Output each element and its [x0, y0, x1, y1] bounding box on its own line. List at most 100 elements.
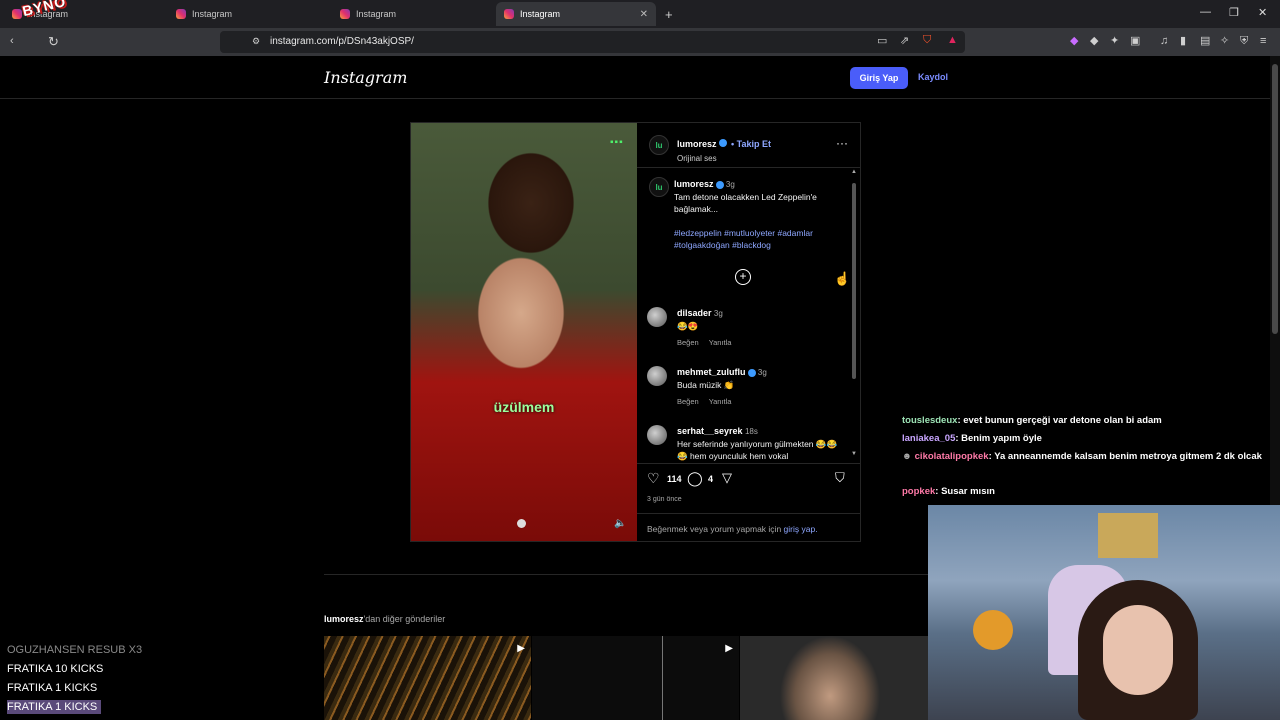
extension-icon[interactable]: ◆: [1090, 36, 1098, 47]
chat-message: touslesdeux: evet bunun gerçeği var deto…: [902, 414, 1270, 427]
screenshot-icon[interactable]: ▣: [1130, 36, 1140, 47]
caption-author[interactable]: lumoresz: [674, 179, 714, 189]
commenter-avatar[interactable]: [647, 425, 667, 445]
webcam-overlay: [928, 505, 1280, 720]
wallet-icon[interactable]: ▤: [1200, 36, 1210, 47]
follow-link[interactable]: • Takip Et: [731, 139, 771, 149]
browser-tab-active[interactable]: Instagram ✕: [496, 2, 656, 26]
sidebar-divider: [637, 513, 860, 514]
minimize-icon[interactable]: —: [1200, 6, 1211, 18]
chat-text: : Benim yapım öyle: [955, 433, 1042, 444]
post-thumbnail[interactable]: ▶: [324, 636, 531, 720]
extension-icon[interactable]: ◆: [1070, 36, 1078, 47]
login-button[interactable]: Giriş Yap: [850, 67, 908, 89]
scroll-up-icon[interactable]: ▲: [851, 169, 857, 175]
kick-alert: FRATIKA 1 KICKS: [7, 682, 98, 694]
address-bar[interactable]: ⚙ instagram.com/p/DSn43akjOSP/ ▭ ⇗ ⛉ ▲: [220, 31, 965, 53]
reply-link[interactable]: Yanıtla: [709, 397, 732, 406]
like-comment-link[interactable]: Beğen: [677, 338, 699, 347]
chat-user: popkek: [902, 486, 936, 497]
kick-alert: OGUZHANSEN RESUB X3: [7, 644, 143, 656]
brave-rewards-icon[interactable]: ▲: [947, 35, 958, 46]
hashtags-line-1[interactable]: #ledzeppelin #mutluolyeter #adamlar: [674, 227, 834, 239]
comments-scroll-thumb[interactable]: [852, 183, 856, 379]
more-posts-title: lumoresz'dan diğer gönderiler: [324, 614, 445, 624]
author-avatar[interactable]: lu: [649, 135, 669, 155]
chat-message: laniakea_05: Benim yapım öyle: [902, 432, 1270, 445]
chat-text: : Susar mısın: [935, 486, 995, 497]
instagram-logo[interactable]: Instagram: [324, 68, 407, 87]
reel-icon: ▶: [517, 643, 525, 654]
comment-text: Her seferinde yanlıyorum gülmekten 😂😂😂 h…: [677, 439, 838, 461]
browser-toolbar: ‹ ↻ ⚐ ⚙ instagram.com/p/DSn43akjOSP/ ▭ ⇗…: [0, 28, 1280, 56]
like-icon[interactable]: ♡: [647, 470, 660, 487]
caption-block: lumoresz 3g Tam detone olacakken Led Zep…: [674, 178, 834, 251]
hashtags-line-2[interactable]: #tolgaakdoğan #blackdog: [674, 239, 834, 251]
back-icon[interactable]: ‹: [10, 36, 14, 47]
reply-link[interactable]: Yanıtla: [709, 338, 732, 347]
caption-avatar[interactable]: lu: [649, 177, 669, 197]
post-video[interactable]: ▪▪▪ üzülmem 🔈: [411, 123, 637, 541]
close-tab-icon[interactable]: ✕: [640, 9, 648, 20]
browser-tab-2[interactable]: Instagram: [168, 3, 328, 25]
like-comment-link[interactable]: Beğen: [677, 397, 699, 406]
browser-tab-3[interactable]: Instagram: [332, 3, 492, 25]
post-time: 3 gün önce: [647, 496, 682, 503]
chat-text: : evet bunun gerçeği var detone olan bi …: [957, 415, 1162, 426]
reel-icon: ▶: [725, 643, 733, 654]
instagram-favicon-icon: [12, 9, 22, 19]
new-tab-icon[interactable]: +: [665, 8, 673, 21]
cast-icon[interactable]: ▭: [877, 36, 887, 47]
commenter-avatar[interactable]: [647, 307, 667, 327]
post-header: lumoresz • Takip Et Orijinal ses: [677, 134, 771, 163]
signup-link[interactable]: Kaydol: [918, 72, 948, 82]
extensions-icon[interactable]: ✦: [1110, 36, 1119, 47]
post-actions: ♡ 114 ◯ 4 ▽ ⛉: [647, 470, 852, 488]
login-prompt-link[interactable]: giriş yap.: [784, 524, 818, 534]
more-options-icon[interactable]: ···: [836, 136, 848, 150]
page-scroll-thumb[interactable]: [1272, 64, 1278, 334]
sidebar-icon[interactable]: ▮: [1180, 36, 1186, 47]
maximize-icon[interactable]: ❐: [1229, 6, 1239, 19]
url-text: instagram.com/p/DSn43akjOSP/: [270, 36, 414, 47]
comments-scrollbar[interactable]: ▲ ▼: [851, 169, 857, 459]
audio-icon[interactable]: 🔈: [614, 518, 626, 529]
more-posts-user[interactable]: lumoresz: [324, 614, 364, 624]
comment-item: serhat__seyrek 18s Her seferinde yanlıyo…: [647, 425, 842, 461]
load-more-comments-icon[interactable]: +: [735, 269, 751, 285]
commenter-name[interactable]: mehmet_zuluflu: [677, 367, 746, 377]
verified-icon: [718, 138, 727, 147]
menu-icon[interactable]: ≡: [1260, 36, 1266, 47]
comment-count: 4: [708, 474, 714, 484]
commenter-name[interactable]: dilsader: [677, 308, 712, 318]
scroll-down-icon[interactable]: ▼: [851, 451, 857, 457]
share-icon[interactable]: ▽: [722, 470, 732, 486]
leo-ai-icon[interactable]: ✧: [1220, 36, 1229, 47]
window-close-icon[interactable]: ✕: [1258, 6, 1267, 19]
chat-message: popkek: Susar mısın: [902, 485, 1270, 498]
post-sidebar: lu lumoresz • Takip Et Orijinal ses ··· …: [637, 123, 860, 541]
share-icon[interactable]: ⇗: [900, 36, 909, 47]
site-info-icon[interactable]: ⚙: [252, 37, 260, 46]
media-icon[interactable]: ♫: [1160, 36, 1168, 47]
brave-shield-icon[interactable]: ⛉: [923, 35, 931, 46]
commenter-name[interactable]: serhat__seyrek: [677, 426, 743, 436]
post-thumbnail[interactable]: [740, 636, 928, 720]
commenter-avatar[interactable]: [647, 366, 667, 386]
wall-poster: [1098, 513, 1158, 558]
header-divider: [0, 98, 1270, 99]
vpn-icon[interactable]: ⛨: [1240, 36, 1248, 47]
save-icon[interactable]: ⛉: [835, 470, 845, 486]
caption-age: 3g: [725, 180, 735, 189]
record-indicator: [517, 519, 526, 528]
reload-icon[interactable]: ↻: [48, 35, 59, 48]
comment-icon[interactable]: ◯: [687, 470, 703, 487]
audio-label[interactable]: Orijinal ses: [677, 154, 771, 163]
tab-label: Instagram: [192, 9, 233, 19]
author-name[interactable]: lumoresz: [677, 139, 717, 149]
instagram-favicon-icon: [340, 9, 350, 19]
login-prompt: Beğenmek veya yorum yapmak için giriş ya…: [647, 524, 818, 534]
chat-user: cikolatalipopkek: [914, 451, 989, 462]
post-thumbnail[interactable]: ▶: [532, 636, 739, 720]
comment-age: 18s: [744, 427, 758, 436]
